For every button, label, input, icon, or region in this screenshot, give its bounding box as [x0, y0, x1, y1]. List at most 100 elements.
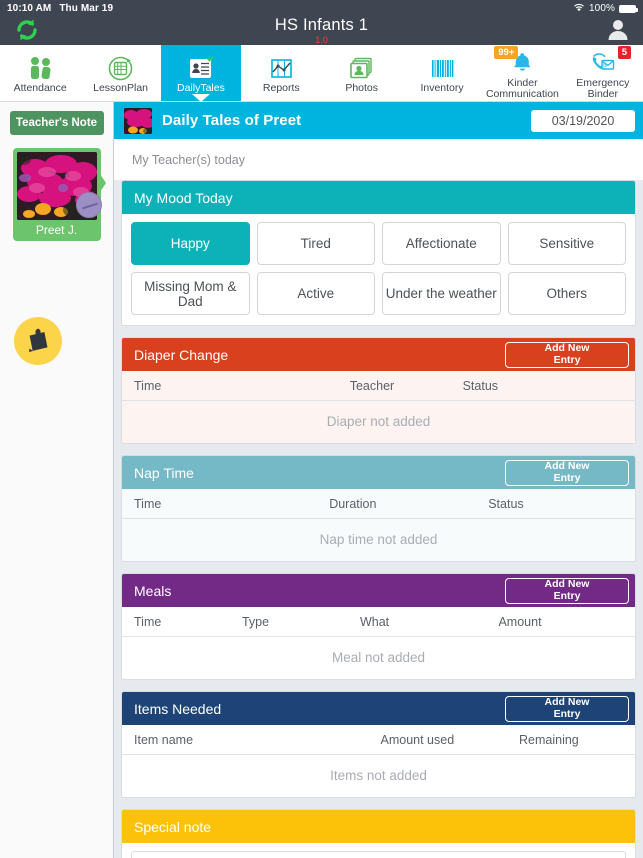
user-avatar-icon[interactable]	[603, 14, 633, 44]
items-add-new-entry-button[interactable]: Add New Entry	[505, 695, 629, 722]
attendance-people-icon	[27, 55, 54, 81]
items-card-title: Items Needed	[134, 700, 222, 717]
scrollbar-track	[638, 102, 642, 858]
items-column-headers: Item name Amount used Remaining	[122, 725, 635, 755]
mood-option-tired[interactable]: Tired	[256, 222, 375, 265]
section-card-diaper-change: Diaper Change Add New Entry Time Teacher …	[121, 337, 636, 444]
daily-tales-scroll-area[interactable]: My Teacher(s) today My Mood Today Happy …	[114, 139, 643, 858]
main-navigation-bar: Attendance LessonPlan DailyTales Reports…	[0, 45, 643, 102]
meals-add-new-entry-button[interactable]: Add New Entry	[505, 577, 629, 604]
nap-empty-message: Nap time not added	[122, 519, 635, 561]
daily-tales-title: Daily Tales of Preet	[162, 112, 302, 129]
nav-tab-attendance-label: Attendance	[13, 82, 67, 94]
nav-tab-reports-label: Reports	[262, 82, 300, 94]
student-name: Preet J.	[35, 223, 78, 237]
mood-card-header: My Mood Today	[122, 181, 635, 214]
mood-option-sensitive[interactable]: Sensitive	[507, 222, 626, 265]
notes-clipboard-icon[interactable]	[14, 317, 62, 365]
nav-tab-photos-label: Photos	[345, 82, 379, 94]
daily-tales-panel: Daily Tales of Preet 03/19/2020 My Teach…	[114, 102, 643, 858]
refresh-icon[interactable]	[12, 15, 42, 45]
kinder-communication-badge: 99+	[494, 46, 519, 59]
title-center-block: HS Infants 1 1.0	[0, 17, 643, 45]
nav-tab-dailytales[interactable]: DailyTales	[160, 45, 242, 102]
student-sidebar: Teacher's Note Preet J.	[0, 102, 114, 858]
nap-card-header: Nap Time Add New Entry	[122, 456, 635, 489]
nap-column-headers: Time Duration Status	[122, 489, 635, 519]
ios-status-bar: 10:10 AM Thu Mar 19 100%	[0, 0, 643, 17]
nav-tab-reports[interactable]: Reports	[241, 45, 321, 101]
emergency-phone-mail-icon: @	[589, 50, 616, 76]
reports-chart-icon	[268, 55, 295, 81]
nav-tab-kinder-communication[interactable]: 99+ Kinder Communication	[482, 45, 562, 101]
diaper-col-status: Status	[462, 379, 499, 393]
meals-col-time: Time	[134, 615, 162, 629]
nav-tab-emergency-binder[interactable]: 5 @ Emergency Binder	[563, 45, 643, 101]
meals-column-headers: Time Type What Amount	[122, 607, 635, 637]
battery-percent-label: 100%	[589, 3, 615, 14]
section-card-meals: Meals Add New Entry Time Type What Amount…	[121, 573, 636, 680]
svg-text:@: @	[602, 64, 608, 70]
wifi-icon	[573, 3, 585, 15]
nav-tab-inventory[interactable]: Inventory	[402, 45, 482, 101]
student-card-preet[interactable]: Preet J.	[12, 148, 106, 241]
meals-card-title: Meals	[134, 582, 172, 599]
mood-options-grid: Happy Tired Affectionate Sensitive Missi…	[122, 214, 635, 325]
active-tab-pointer	[191, 94, 210, 102]
diaper-column-headers: Time Teacher Status	[122, 371, 635, 401]
diaper-col-teacher: Teacher	[349, 379, 395, 393]
nap-col-status: Status	[488, 497, 524, 511]
special-note-card-title: Special note	[134, 818, 212, 835]
items-empty-message: Items not added	[330, 768, 427, 783]
mood-option-happy[interactable]: Happy	[131, 222, 250, 265]
diaper-card-title: Diaper Change	[134, 346, 229, 363]
nap-col-time: Time	[134, 497, 162, 511]
diaper-card-header: Diaper Change Add New Entry	[122, 338, 635, 371]
app-root: 10:10 AM Thu Mar 19 100% HS Infants 1 1.…	[0, 0, 643, 858]
nav-tab-attendance[interactable]: Attendance	[0, 45, 80, 101]
items-col-remaining: Remaining	[519, 733, 579, 747]
student-status-indicator[interactable]	[75, 192, 102, 218]
mood-card-title: My Mood Today	[134, 189, 233, 206]
mood-option-others[interactable]: Others	[507, 272, 626, 315]
diaper-empty-message: Diaper not added	[122, 401, 635, 443]
emergency-binder-badge: 5	[617, 46, 631, 59]
date-picker-field[interactable]: 03/19/2020	[531, 109, 635, 132]
meals-col-what: What	[359, 615, 390, 629]
status-right-cluster: 100%	[573, 3, 638, 15]
nav-tab-emergency-binder-label: Emergency Binder	[576, 76, 630, 100]
nav-tab-lessonplan[interactable]: LessonPlan	[80, 45, 160, 101]
special-note-body	[122, 843, 635, 858]
meals-empty-message: Meal not added	[331, 650, 426, 665]
student-card-flap	[99, 174, 106, 192]
section-card-mood: My Mood Today Happy Tired Affectionate S…	[121, 180, 636, 326]
status-date: Thu Mar 19	[59, 3, 114, 14]
inventory-barcode-icon	[429, 55, 456, 81]
items-col-item-name: Item name	[134, 733, 194, 747]
diaper-col-time: Time	[134, 379, 162, 393]
meals-col-type: Type	[241, 615, 270, 629]
diaper-add-new-entry-button[interactable]: Add New Entry	[505, 341, 629, 368]
scrollbar-thumb[interactable]	[638, 102, 642, 128]
nav-tab-photos[interactable]: Photos	[322, 45, 402, 101]
dailytales-report-icon	[187, 55, 215, 81]
section-card-nap-time: Nap Time Add New Entry Time Duration Stat…	[121, 455, 636, 562]
nav-tab-dailytales-label: DailyTales	[177, 82, 225, 94]
nav-tab-kinder-communication-label: Kinder Communication	[485, 76, 559, 100]
meals-card-header: Meals Add New Entry	[122, 574, 635, 607]
special-note-textarea[interactable]	[131, 851, 626, 858]
section-cards-container: My Mood Today Happy Tired Affectionate S…	[114, 180, 643, 858]
teachers-note-button[interactable]: Teacher's Note	[9, 111, 104, 135]
mood-option-active[interactable]: Active	[256, 272, 375, 315]
mood-option-affectionate[interactable]: Affectionate	[382, 222, 501, 265]
nav-tab-inventory-label: Inventory	[420, 82, 464, 94]
nap-card-title: Nap Time	[134, 464, 194, 481]
mood-option-missing-mom-and-dad[interactable]: Missing Mom & Dad	[131, 272, 250, 315]
app-version: 1.0	[315, 34, 328, 45]
items-col-amount-used: Amount used	[380, 733, 455, 747]
page-body: Teacher's Note Preet J. Daily Tales of P…	[0, 102, 643, 858]
mood-option-under-the-weather[interactable]: Under the weather	[382, 272, 501, 315]
nap-add-new-entry-button[interactable]: Add New Entry	[505, 459, 629, 486]
battery-icon	[619, 4, 638, 13]
daily-tales-header: Daily Tales of Preet 03/19/2020	[114, 102, 643, 139]
